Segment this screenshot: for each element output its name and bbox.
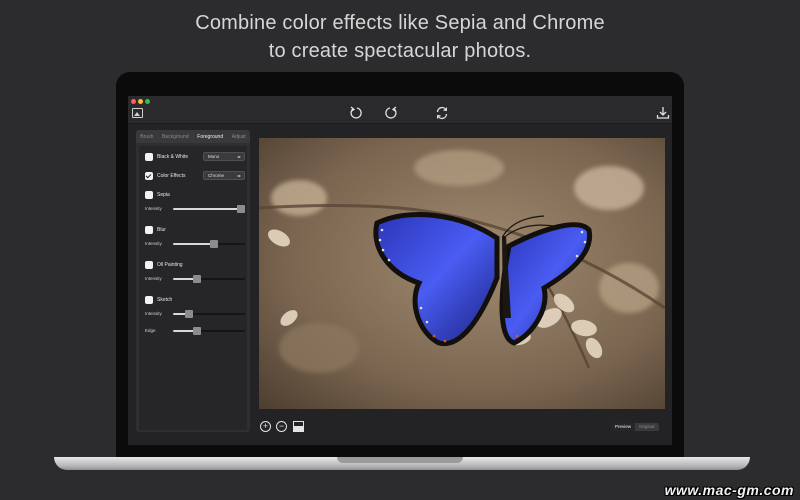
black-white-label: Black & White: [157, 154, 189, 160]
color-effects-checkbox[interactable]: [145, 172, 153, 180]
photo-icon[interactable]: [132, 108, 143, 118]
headline-line-2: to create spectacular photos.: [268, 40, 532, 62]
refresh-glyph: [436, 106, 448, 120]
slider-thumb[interactable]: [193, 327, 202, 335]
original-button[interactable]: Original: [635, 423, 659, 431]
minimize-window-button[interactable]: [138, 99, 143, 104]
headline-line-1: Combine color effects like Sepia and Chr…: [195, 12, 605, 34]
view-mode-toggle: Preview Original: [611, 423, 659, 431]
zoom-out-button[interactable]: −: [276, 421, 287, 432]
fit-to-window-icon[interactable]: [293, 421, 304, 432]
close-window-button[interactable]: [131, 99, 136, 104]
blur-intensity-slider[interactable]: Intensity: [145, 240, 245, 248]
sketch-intensity-slider[interactable]: Intensity: [145, 310, 245, 318]
marketing-screenshot: Combine color effects like Sepia and Chr…: [0, 0, 800, 500]
watermark: www.mac-gm.com: [664, 482, 794, 498]
tab-foreground[interactable]: Foreground: [197, 134, 223, 140]
color-effects-select-value: Chrome: [208, 173, 225, 178]
download-glyph: [656, 107, 670, 119]
sepia-intensity-slider[interactable]: Intensity: [145, 205, 246, 213]
refresh-icon[interactable]: [434, 105, 450, 121]
slider-label: Intensity: [145, 311, 162, 316]
photo-canvas[interactable]: [259, 138, 665, 409]
slider-label: Intensity: [145, 206, 162, 211]
slider-thumb[interactable]: [193, 275, 202, 283]
black-white-select[interactable]: Mono ◂▸: [203, 152, 245, 161]
headline: Combine color effects like Sepia and Chr…: [0, 9, 800, 65]
color-effects-label: Color Effects: [157, 173, 186, 179]
slider-track[interactable]: [173, 327, 245, 335]
blur-label: Blur: [157, 227, 166, 233]
oil-painting-label: Oil Painting: [157, 262, 183, 268]
zoom-window-button[interactable]: [145, 99, 150, 104]
sepia-checkbox[interactable]: [145, 191, 153, 199]
sketch-label: Sketch: [157, 297, 173, 303]
option-color-effects[interactable]: Color Effects: [145, 171, 186, 181]
effects-panel: Black & White Mono ◂▸ Color Effects Chro…: [139, 146, 247, 430]
sepia-label: Sepia: [157, 192, 170, 198]
rotate-left-glyph: [350, 106, 362, 119]
slider-fill: [173, 243, 215, 245]
black-white-checkbox[interactable]: [145, 153, 153, 161]
oil-painting-intensity-slider[interactable]: Intensity: [145, 275, 245, 283]
sketch-edge-slider[interactable]: Edge: [145, 327, 245, 335]
slider-thumb[interactable]: [184, 310, 193, 318]
tab-background[interactable]: Background: [162, 134, 189, 140]
slider-track[interactable]: [173, 275, 245, 283]
oil-painting-checkbox[interactable]: [145, 261, 153, 269]
rotate-right-glyph: [385, 106, 397, 119]
blur-checkbox[interactable]: [145, 226, 153, 234]
zoom-in-button[interactable]: +: [260, 421, 271, 432]
option-sketch[interactable]: Sketch: [145, 295, 172, 305]
toolbar: [128, 96, 672, 124]
option-blur[interactable]: Blur: [145, 225, 166, 235]
preview-button[interactable]: Preview: [611, 423, 636, 431]
black-white-select-value: Mono: [208, 154, 220, 159]
app-window: Brush Background Foreground Adjust Black…: [128, 96, 672, 445]
slider-label: Edge: [145, 328, 156, 333]
slider-track[interactable]: [173, 205, 246, 213]
option-sepia[interactable]: Sepia: [145, 190, 170, 200]
option-black-white[interactable]: Black & White: [145, 152, 188, 162]
laptop-notch: [337, 457, 463, 463]
option-oil-painting[interactable]: Oil Painting: [145, 260, 183, 270]
select-stepper-icon: ◂▸: [236, 154, 241, 159]
download-icon[interactable]: [655, 105, 671, 121]
color-effects-select[interactable]: Chrome ◂▸: [203, 171, 245, 180]
slider-track[interactable]: [173, 240, 245, 248]
select-stepper-icon: ◂▸: [236, 173, 241, 178]
slider-thumb[interactable]: [210, 240, 219, 248]
sketch-checkbox[interactable]: [145, 296, 153, 304]
effects-sidebar: Brush Background Foreground Adjust Black…: [136, 130, 250, 432]
slider-thumb[interactable]: [237, 205, 246, 213]
rotate-right-icon[interactable]: [383, 105, 399, 121]
slider-label: Intensity: [145, 241, 162, 246]
tab-adjust[interactable]: Adjust: [232, 134, 246, 140]
slider-track[interactable]: [173, 310, 245, 318]
slider-fill: [173, 208, 242, 210]
butterfly-photo: [259, 138, 665, 409]
sidebar-tabs: Brush Background Foreground Adjust: [136, 130, 250, 143]
slider-label: Intensity: [145, 276, 162, 281]
rotate-left-icon[interactable]: [348, 105, 364, 121]
tab-brush[interactable]: Brush: [140, 134, 153, 140]
